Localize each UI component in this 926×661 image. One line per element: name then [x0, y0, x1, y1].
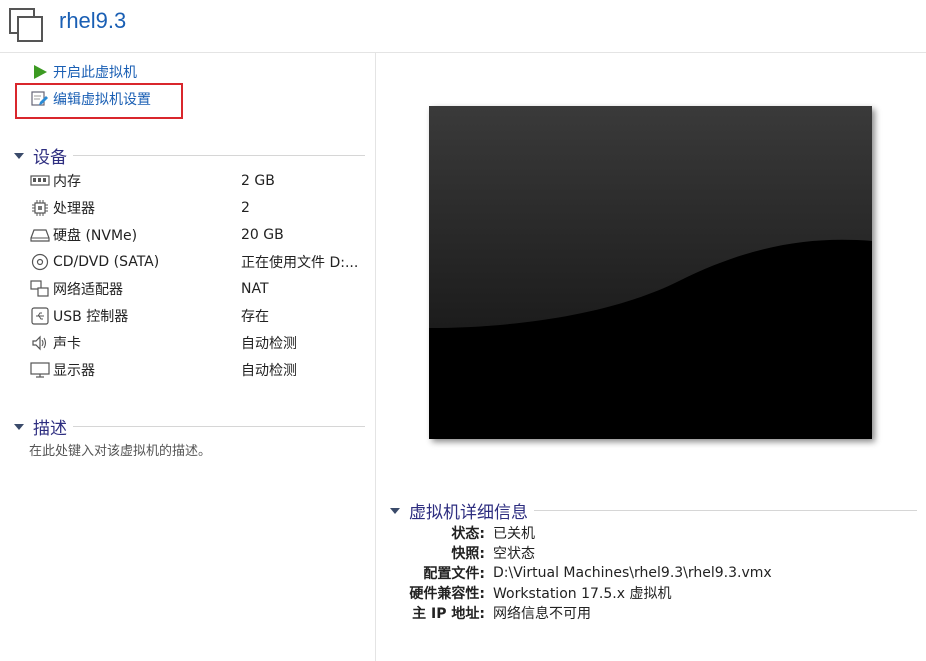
- devices-section-title: 设备: [33, 148, 67, 168]
- device-name: 网络适配器: [53, 282, 123, 298]
- device-value: 存在: [241, 309, 269, 325]
- collapse-triangle-icon: [14, 152, 24, 159]
- panel-divider: [375, 53, 376, 661]
- section-rule: [73, 155, 365, 156]
- memory-icon: [30, 172, 50, 190]
- device-row-cd-dvd[interactable]: CD/DVD (SATA) 正在使用文件 D:...: [30, 250, 370, 274]
- device-row-display[interactable]: 显示器 自动检测: [30, 358, 370, 382]
- processor-icon: [30, 199, 50, 217]
- collapse-triangle-icon: [390, 507, 400, 514]
- device-row-sound-card[interactable]: 声卡 自动检测: [30, 331, 370, 355]
- usb-icon: [30, 307, 50, 325]
- description-text[interactable]: 在此处键入对该虚拟机的描述。: [29, 440, 211, 459]
- devices-section-header[interactable]: 设备: [14, 143, 365, 168]
- detail-key: 快照:: [451, 546, 485, 562]
- device-row-usb-controller[interactable]: USB 控制器 存在: [30, 304, 370, 328]
- preview-gloss: [429, 106, 872, 439]
- detail-value: 网络信息不可用: [493, 606, 591, 622]
- edit-settings-label: 编辑虚拟机设置: [53, 92, 151, 108]
- detail-value: 空状态: [493, 546, 535, 562]
- virtual-machine-icon: [9, 8, 43, 42]
- detail-row-snapshot: 快照: 空状态: [390, 543, 920, 563]
- section-rule: [73, 426, 365, 427]
- device-name: 处理器: [53, 201, 95, 217]
- vm-details-section-title: 虚拟机详细信息: [409, 503, 528, 523]
- device-value: NAT: [241, 281, 269, 297]
- power-on-vm-link[interactable]: 开启此虚拟机: [31, 61, 137, 83]
- detail-value: D:\Virtual Machines\rhel9.3\rhel9.3.vmx: [493, 565, 772, 581]
- section-rule: [534, 510, 917, 511]
- power-on-label: 开启此虚拟机: [53, 65, 137, 81]
- device-row-memory[interactable]: 内存 2 GB: [30, 169, 370, 193]
- detail-row-config-file: 配置文件: D:\Virtual Machines\rhel9.3\rhel9.…: [390, 563, 920, 583]
- detail-row-ip-address: 主 IP 地址: 网络信息不可用: [390, 603, 920, 623]
- description-section-title: 描述: [33, 419, 67, 439]
- collapse-triangle-icon: [14, 423, 24, 430]
- description-section-header[interactable]: 描述: [14, 414, 365, 439]
- detail-row-state: 状态: 已关机: [390, 523, 920, 543]
- vm-details-section-header[interactable]: 虚拟机详细信息: [390, 498, 917, 523]
- device-row-processor[interactable]: 处理器 2: [30, 196, 370, 220]
- detail-key: 配置文件:: [423, 566, 485, 582]
- device-value: 20 GB: [241, 227, 284, 243]
- device-value: 自动检测: [241, 336, 297, 352]
- device-value: 正在使用文件 D:...: [241, 255, 359, 271]
- device-row-hard-disk[interactable]: 硬盘 (NVMe) 20 GB: [30, 223, 370, 247]
- device-name: 内存: [53, 174, 81, 190]
- device-value: 2: [241, 200, 250, 216]
- detail-row-hardware-compat: 硬件兼容性: Workstation 17.5.x 虚拟机: [390, 583, 920, 603]
- sound-card-icon: [30, 334, 50, 352]
- hard-disk-icon: [30, 226, 50, 244]
- device-row-network-adapter[interactable]: 网络适配器 NAT: [30, 277, 370, 301]
- network-adapter-icon: [30, 280, 50, 298]
- cd-dvd-icon: [30, 253, 50, 271]
- vm-header: rhel9.3: [0, 0, 926, 53]
- device-name: 显示器: [53, 363, 95, 379]
- device-name: 声卡: [53, 336, 81, 352]
- vm-preview-screen[interactable]: [429, 106, 872, 439]
- detail-key: 硬件兼容性:: [409, 586, 485, 602]
- edit-vm-settings-link[interactable]: 编辑虚拟机设置: [31, 88, 151, 110]
- detail-key: 主 IP 地址:: [412, 606, 485, 622]
- device-name: USB 控制器: [53, 309, 129, 325]
- detail-key: 状态:: [451, 526, 485, 542]
- edit-settings-icon: [31, 90, 49, 108]
- device-name: 硬盘 (NVMe): [53, 228, 138, 244]
- play-icon: [31, 63, 49, 81]
- detail-value: 已关机: [493, 526, 535, 542]
- device-value: 自动检测: [241, 363, 297, 379]
- device-value: 2 GB: [241, 173, 275, 189]
- detail-value: Workstation 17.5.x 虚拟机: [493, 586, 672, 602]
- vm-title: rhel9.3: [59, 8, 127, 33]
- display-icon: [30, 361, 50, 379]
- device-name: CD/DVD (SATA): [53, 254, 160, 270]
